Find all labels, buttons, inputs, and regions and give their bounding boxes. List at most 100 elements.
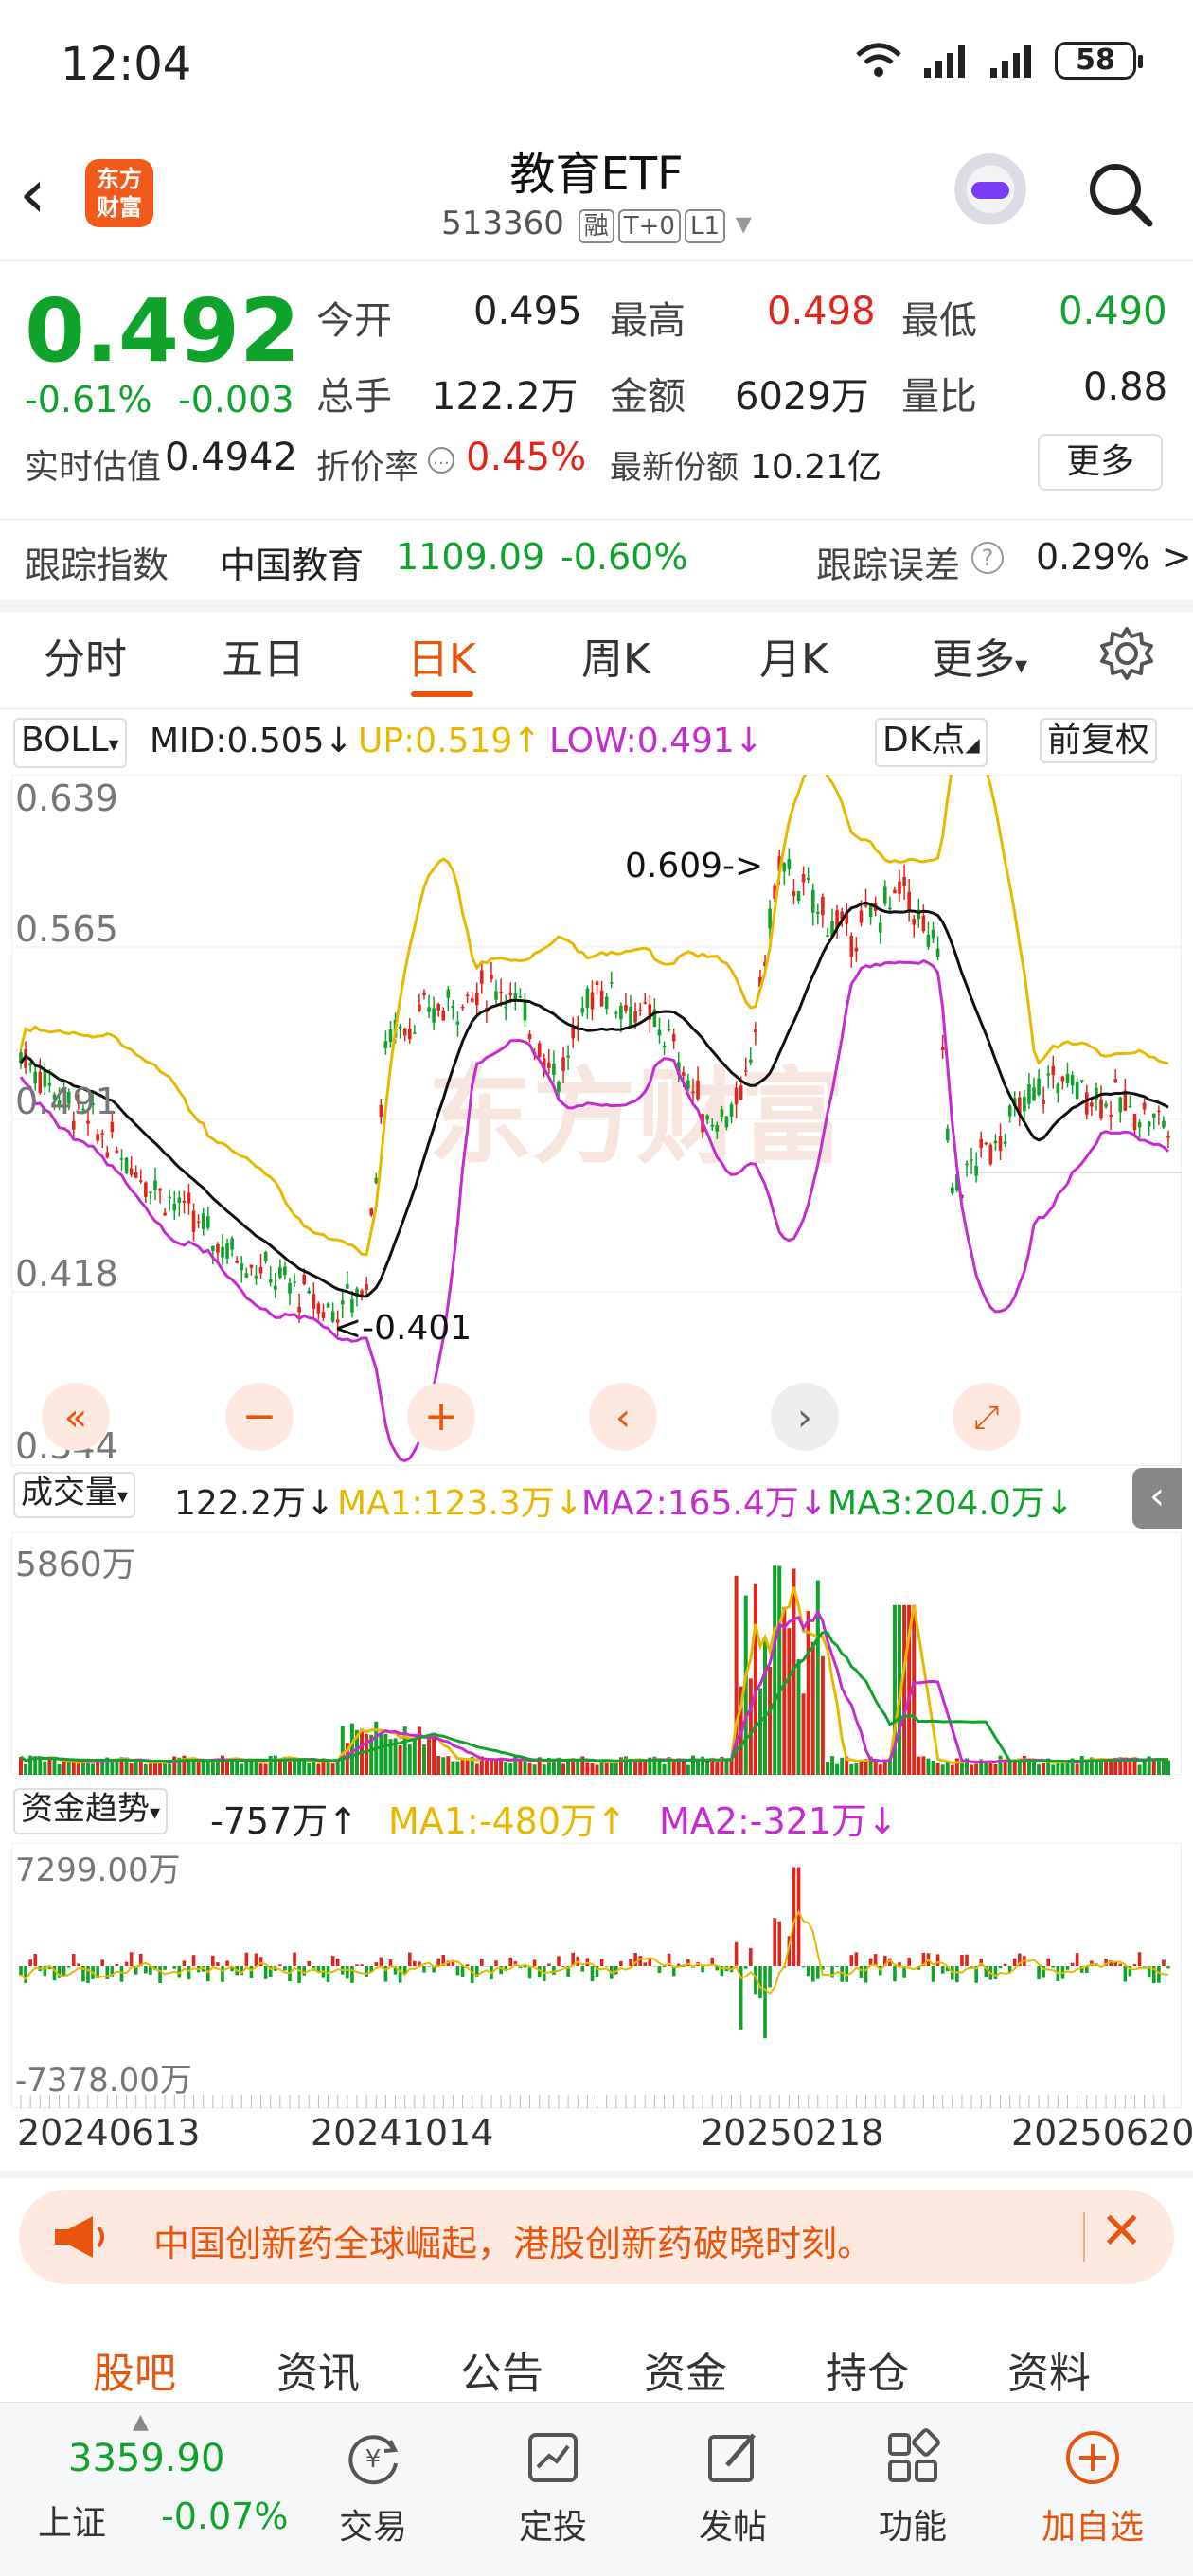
kline-chart[interactable]: 东方财富 0.639 0.565 0.491 0.418 0.344 0.609… bbox=[11, 775, 1182, 1466]
tab-five-day[interactable]: 五日 bbox=[222, 625, 305, 686]
fund-flow-bar bbox=[330, 1956, 335, 1966]
candle-body bbox=[100, 1133, 105, 1136]
tab-funds[interactable]: 资金 bbox=[644, 2339, 727, 2400]
active-tab-indicator bbox=[411, 691, 473, 697]
volume-bar bbox=[421, 1744, 426, 1775]
tab-daily-k[interactable]: 日K bbox=[407, 625, 476, 686]
tab-intraday[interactable]: 分时 bbox=[44, 625, 127, 686]
fund-flow-bar bbox=[1123, 1966, 1128, 1982]
tab-news[interactable]: 资讯 bbox=[276, 2339, 360, 2400]
candle-body bbox=[561, 1057, 565, 1071]
candle-body bbox=[191, 1210, 196, 1232]
auto-invest-button[interactable]: 定投 bbox=[487, 2427, 619, 2549]
fund-flow-bar bbox=[849, 1955, 854, 1966]
volume-bar bbox=[240, 1763, 244, 1775]
fund-flow-bar bbox=[604, 1966, 609, 1967]
tab-more[interactable]: 更多▾ bbox=[932, 625, 1027, 686]
volume-bar bbox=[902, 1604, 907, 1775]
fund-flow-bar bbox=[806, 1966, 810, 1977]
trade-button[interactable]: ¥ 交易 bbox=[307, 2427, 439, 2549]
fund-flow-bar bbox=[940, 1966, 945, 1974]
volume-bar bbox=[849, 1763, 854, 1775]
tab-monthly-k[interactable]: 月K bbox=[759, 625, 828, 686]
tab-profile[interactable]: 资料 bbox=[1007, 2339, 1091, 2400]
candle-body bbox=[432, 1008, 436, 1023]
fund-flow-bar bbox=[105, 1966, 110, 1979]
fund-flow-bar bbox=[365, 1966, 368, 1977]
candle-body bbox=[283, 1266, 287, 1276]
candle-body bbox=[1042, 1100, 1045, 1104]
more-button[interactable]: 更多 bbox=[1038, 434, 1163, 491]
banner-text: 中国创新药全球崛起，港股创新药破晓时刻。 bbox=[153, 2223, 874, 2264]
fund-flow-bar bbox=[1157, 1966, 1161, 1983]
adjust-button[interactable]: 前复权 bbox=[1040, 718, 1158, 763]
post-button[interactable]: 发帖 bbox=[667, 2427, 799, 2549]
tab-weekly-k[interactable]: 周K bbox=[581, 625, 650, 686]
low-label: 最低 bbox=[901, 299, 977, 343]
settings-gear-icon[interactable] bbox=[1098, 625, 1155, 682]
fund-flow-bar bbox=[1118, 1963, 1123, 1966]
market-index-change: -0.07% bbox=[161, 2496, 289, 2537]
functions-button[interactable]: 功能 bbox=[846, 2427, 979, 2549]
tag-margin: 融 bbox=[578, 209, 614, 243]
volume-bar bbox=[796, 1659, 801, 1775]
candle-body bbox=[340, 1300, 345, 1305]
fund-flow-bar bbox=[810, 1966, 815, 1982]
indicator-select[interactable]: BOLL▾ bbox=[13, 718, 127, 768]
candle-body bbox=[28, 1063, 32, 1066]
volume-indicator-select[interactable]: 成交量▾ bbox=[13, 1472, 136, 1518]
tracking-error-value[interactable]: 0.29% > bbox=[1036, 536, 1192, 578]
candle-body bbox=[902, 877, 906, 886]
assistant-robot-icon[interactable] bbox=[951, 153, 1030, 233]
tracking-index-name[interactable]: 中国教育 bbox=[220, 536, 364, 588]
volume-bar bbox=[398, 1745, 402, 1775]
close-icon[interactable]: ✕ bbox=[1100, 2201, 1143, 2261]
candle-body bbox=[278, 1267, 282, 1278]
search-icon[interactable] bbox=[1083, 157, 1155, 229]
candle-body bbox=[1065, 1074, 1070, 1083]
candle-body bbox=[950, 1187, 954, 1194]
candle-body bbox=[926, 934, 931, 947]
fund-flow-bar bbox=[854, 1952, 859, 1966]
volume-bar bbox=[638, 1762, 643, 1775]
candle-body bbox=[158, 1189, 162, 1191]
security-code: 513360 bbox=[441, 205, 564, 242]
help-icon[interactable]: ? bbox=[971, 542, 1004, 574]
volume-bar bbox=[451, 1761, 455, 1775]
volume-bar bbox=[662, 1763, 667, 1775]
candle-body bbox=[1162, 1120, 1166, 1128]
fund-flow-bar bbox=[830, 1966, 834, 1978]
volume-bar bbox=[134, 1760, 138, 1775]
fund-flow-bar bbox=[1132, 1964, 1137, 1966]
fund-flow-bar bbox=[355, 1964, 359, 1966]
news-banner[interactable]: 中国创新药全球崛起，港股创新药破晓时刻。 ✕ bbox=[19, 2190, 1174, 2284]
volume-bar bbox=[984, 1762, 988, 1775]
candle-body bbox=[580, 1008, 585, 1013]
candle-body bbox=[474, 992, 479, 1006]
tab-holdings[interactable]: 持仓 bbox=[826, 2339, 909, 2400]
collapse-panel-button[interactable]: ‹ bbox=[1132, 1468, 1182, 1529]
add-watchlist-button[interactable]: 加自选 bbox=[1026, 2427, 1159, 2549]
candle-body bbox=[878, 922, 882, 933]
annotation-low: <-0.401 bbox=[333, 1309, 472, 1348]
tab-announcements[interactable]: 公告 bbox=[460, 2339, 543, 2400]
volume-bar bbox=[753, 1583, 757, 1775]
candle-body bbox=[518, 996, 523, 998]
tab-forum[interactable]: 股吧 bbox=[93, 2339, 176, 2400]
market-index-value[interactable]: 3359.90 bbox=[68, 2437, 224, 2480]
dk-button[interactable]: DK点◢ bbox=[875, 718, 988, 767]
fund-flow-bar bbox=[826, 1966, 829, 1967]
candle-body bbox=[888, 907, 892, 910]
volume-bar bbox=[1037, 1764, 1042, 1775]
candle-body bbox=[782, 863, 787, 872]
info-icon[interactable]: … bbox=[428, 447, 454, 474]
candle-body bbox=[749, 1059, 753, 1063]
fund-flow-bar bbox=[326, 1966, 330, 1983]
candle-body bbox=[168, 1196, 172, 1199]
fund-indicator-select[interactable]: 资金趋势▾ bbox=[13, 1788, 169, 1834]
signal-icon-2 bbox=[990, 45, 1031, 78]
fund-flow-bar bbox=[293, 1952, 296, 1966]
market-index-name[interactable]: 上证 bbox=[38, 2496, 106, 2545]
volume-bar bbox=[47, 1759, 52, 1775]
fund-flow-bar bbox=[777, 1921, 782, 1966]
